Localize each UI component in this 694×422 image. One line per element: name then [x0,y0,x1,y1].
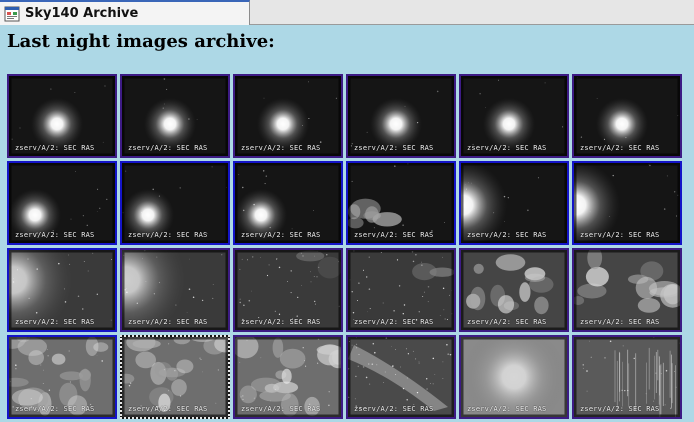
image-caption: zserv/A/2: SEC RAS [580,405,660,413]
archive-thumbnail-link[interactable]: zserv/A/2: SEC RAS [459,335,569,419]
archive-thumbnail-link[interactable]: zserv/A/2: SEC RAS [346,161,456,245]
page-title: Last night images archive: [7,31,275,52]
tab-title: Sky140 Archive [25,6,139,21]
image-caption: zserv/A/2: SEC RAS [128,318,208,326]
image-caption: zserv/A/2: SEC RAS [580,318,660,326]
image-caption: zserv/A/2: SEC RAS [15,318,95,326]
archive-thumbnail-link[interactable]: zserv/A/2: SEC RAS [346,248,456,332]
archive-thumbnail-link[interactable]: zserv/A/2: SEC RAS [7,74,117,158]
image-caption: zserv/A/2: SEC RAS [15,405,95,413]
image-caption: zserv/A/2: SEC RAS [467,144,547,152]
image-caption: zserv/A/2: SEC RAS [580,144,660,152]
tab-sky140-archive[interactable]: Sky140 Archive [0,0,250,25]
archive-thumbnail-link[interactable]: zserv/A/2: SEC RAS [233,335,343,419]
image-caption: zserv/A/2: SEC RAS [241,144,321,152]
image-caption: zserv/A/2: SEC RAS [354,144,434,152]
image-caption: zserv/A/2: SEC RAS [354,318,434,326]
archive-thumbnail-link[interactable]: zserv/A/2: SEC RAS [572,161,682,245]
archive-thumbnail-link[interactable]: zserv/A/2: SEC RAS [346,74,456,158]
image-caption: zserv/A/2: SEC RAS [580,231,660,239]
archive-thumbnail-link[interactable]: zserv/A/2: SEC RAS [572,248,682,332]
archive-thumbnail-link[interactable]: zserv/A/2: SEC RAS [233,161,343,245]
image-caption: zserv/A/2: SEC RAS [241,231,321,239]
archive-thumbnail-link[interactable]: zserv/A/2: SEC RAS [120,74,230,158]
archive-thumbnail-link[interactable]: zserv/A/2: SEC RAS [346,335,456,419]
image-caption: zserv/A/2: SEC RAS [128,231,208,239]
archive-thumbnail-link[interactable]: zserv/A/2: SEC RAS [120,248,230,332]
image-caption: zserv/A/2: SEC RAS [15,144,95,152]
archive-thumbnail-link[interactable]: zserv/A/2: SEC RAS [7,248,117,332]
thumbnail-grid: zserv/A/2: SEC RAS zserv/A/2: SEC RAS zser… [7,74,687,419]
image-caption: zserv/A/2: SEC RAS [354,405,434,413]
web-page-icon [4,6,20,21]
image-caption: zserv/A/2: SEC RAS [354,231,434,239]
archive-thumbnail-link[interactable]: zserv/A/2: SEC RAS [120,335,230,419]
image-caption: zserv/A/2: SEC RAS [467,405,547,413]
image-caption: zserv/A/2: SEC RAS [467,318,547,326]
image-caption: zserv/A/2: SEC RAS [241,405,321,413]
archive-thumbnail-link[interactable]: zserv/A/2: SEC RAS [459,74,569,158]
image-caption: zserv/A/2: SEC RAS [128,144,208,152]
archive-thumbnail-link[interactable]: zserv/A/2: SEC RAS [7,335,117,419]
image-caption: zserv/A/2: SEC RAS [15,231,95,239]
image-caption: zserv/A/2: SEC RAS [128,405,208,413]
archive-thumbnail-link[interactable]: zserv/A/2: SEC RAS [233,74,343,158]
image-caption: zserv/A/2: SEC RAS [467,231,547,239]
archive-thumbnail-link[interactable]: zserv/A/2: SEC RAS [572,335,682,419]
archive-thumbnail-link[interactable]: zserv/A/2: SEC RAS [120,161,230,245]
archive-thumbnail-link[interactable]: zserv/A/2: SEC RAS [233,248,343,332]
archive-thumbnail-link[interactable]: zserv/A/2: SEC RAS [572,74,682,158]
tab-bar: Sky140 Archive [0,0,694,25]
image-caption: zserv/A/2: SEC RAS [241,318,321,326]
archive-thumbnail-link[interactable]: zserv/A/2: SEC RAS [459,161,569,245]
archive-thumbnail-link[interactable]: zserv/A/2: SEC RAS [459,248,569,332]
archive-thumbnail-link[interactable]: zserv/A/2: SEC RAS [7,161,117,245]
